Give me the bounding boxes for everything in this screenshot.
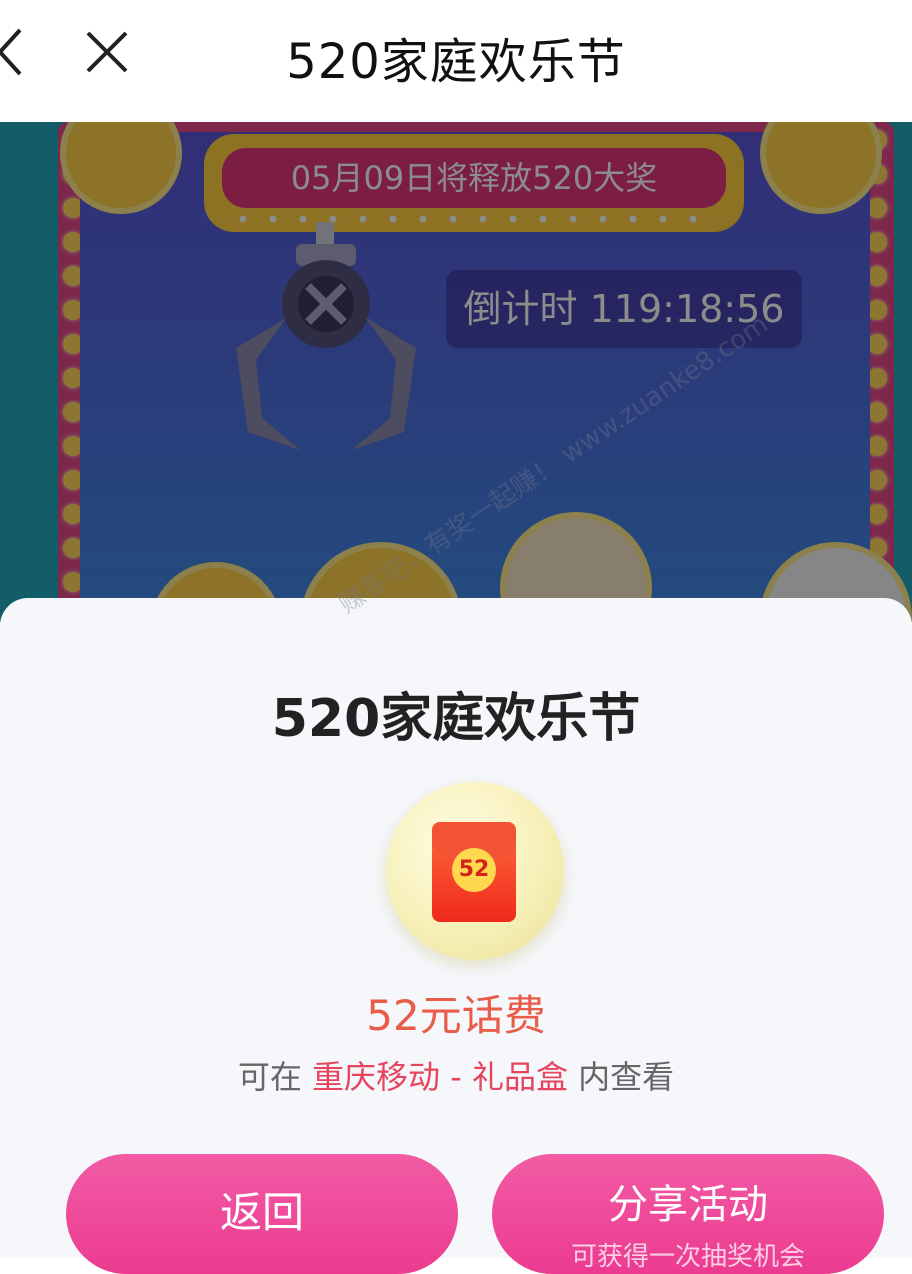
back-button-label: 返回 (219, 1188, 304, 1237)
prize-hint: 可在 重庆移动 - 礼品盒 内查看 (0, 1052, 912, 1098)
page-title: 520家庭欢乐节 (286, 34, 626, 90)
red-envelope-icon: 52 (432, 822, 516, 922)
share-activity-button[interactable]: 分享活动 可获得一次抽奖机会 (492, 1154, 884, 1274)
dialog-title: 520家庭欢乐节 (271, 689, 641, 749)
prize-badge: 52 (452, 848, 496, 892)
hint-suffix: 内查看 (578, 1058, 675, 1096)
back-button[interactable]: 返回 (66, 1154, 458, 1274)
top-navbar: 520家庭欢乐节 (0, 0, 912, 122)
prize-dialog: 520家庭欢乐节 52 52元话费 可在 重庆移动 - 礼品盒 内查看 返回 分… (0, 598, 912, 1274)
prize-name: 52元话费 (366, 991, 546, 1040)
share-button-subtext: 可获得一次抽奖机会 (570, 1242, 805, 1272)
gift-box-link[interactable]: 重庆移动 - 礼品盒 (312, 1058, 568, 1096)
share-button-label: 分享活动 (608, 1182, 768, 1228)
hint-prefix: 可在 (237, 1058, 302, 1096)
prize-image: 52 (386, 782, 564, 960)
